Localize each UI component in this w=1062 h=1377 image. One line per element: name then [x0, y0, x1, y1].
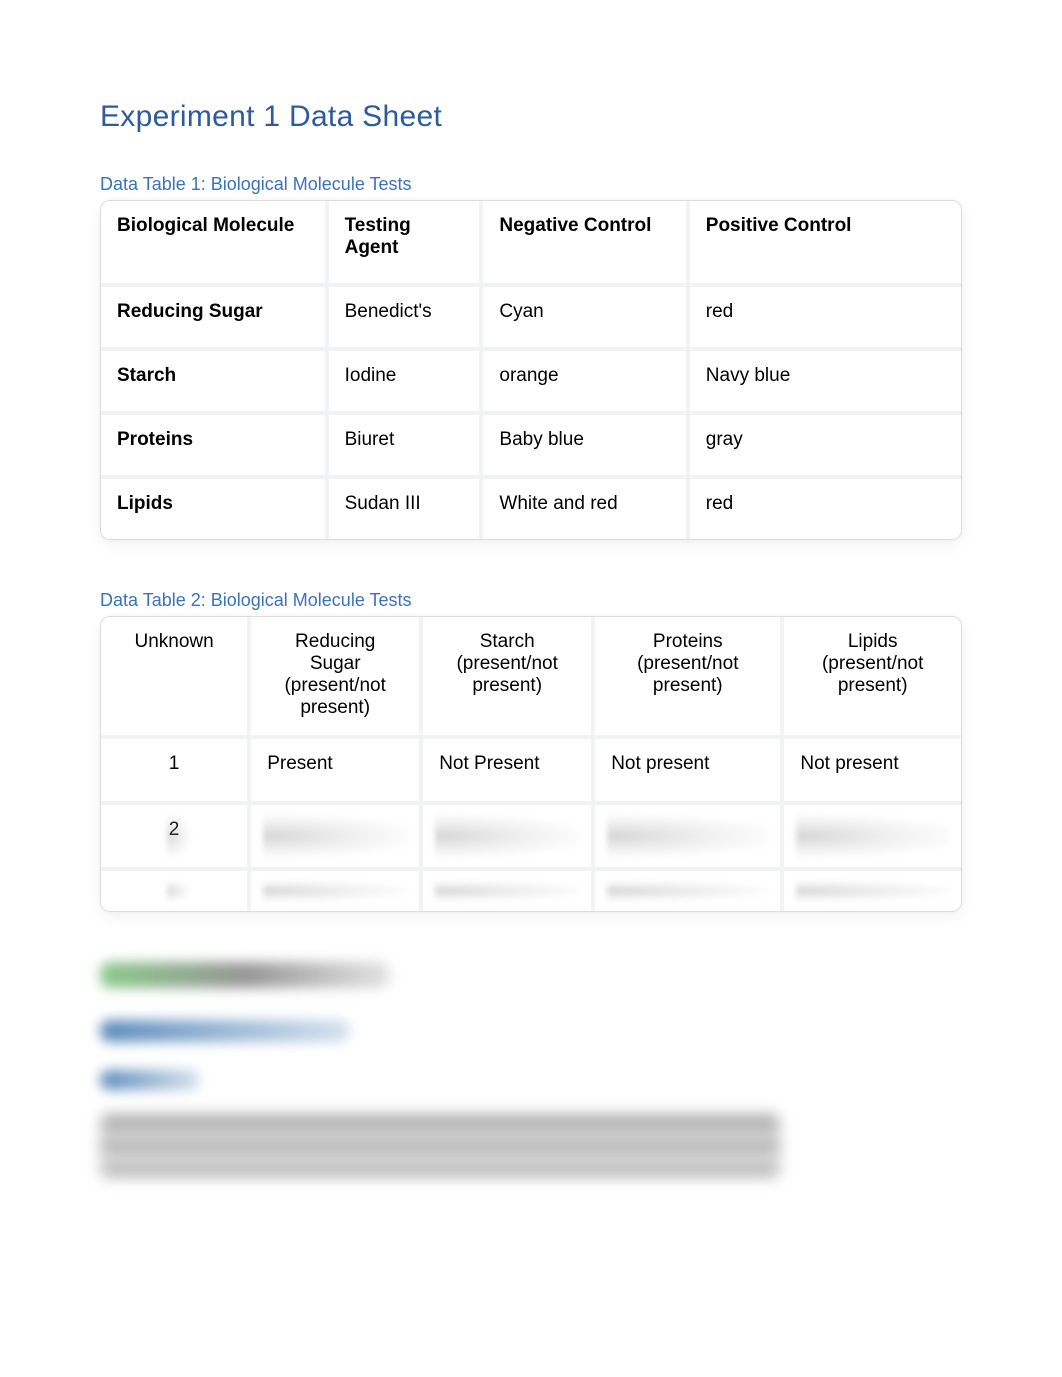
table-row: Lipids Sudan III White and red red [101, 475, 961, 539]
table-row-blurred: 2 [101, 801, 961, 867]
table1-molecule: Starch [101, 347, 325, 411]
page-title: Experiment 1 Data Sheet [100, 100, 962, 134]
table1-positive: red [686, 283, 961, 347]
blurred-subheading [100, 1070, 200, 1090]
table2-starch [419, 867, 591, 911]
table1-negative: Cyan [479, 283, 685, 347]
table1-header-molecule: Biological Molecule [101, 201, 325, 283]
table1-positive: red [686, 475, 961, 539]
table2-unknown: 2 [101, 801, 247, 867]
table2-unknown: 1 [101, 735, 247, 801]
table1-agent: Iodine [325, 347, 480, 411]
table1-header-agent: Testing Agent [325, 201, 480, 283]
table2-header-reducing: Reducing Sugar (present/not present) [247, 617, 419, 735]
blurred-heading [100, 1020, 350, 1042]
table-row-blurred [101, 867, 961, 911]
table1-molecule: Lipids [101, 475, 325, 539]
table2-proteins: Not present [591, 735, 780, 801]
table1: Biological Molecule Testing Agent Negati… [101, 201, 961, 539]
table1-positive: gray [686, 411, 961, 475]
table1-header-row: Biological Molecule Testing Agent Negati… [101, 201, 961, 283]
table2: Unknown Reducing Sugar (present/not pres… [101, 617, 961, 911]
table1-agent: Biuret [325, 411, 480, 475]
blurred-brand-line [100, 962, 390, 988]
table2-reducing [247, 867, 419, 911]
table1-molecule: Reducing Sugar [101, 283, 325, 347]
table1-agent: Benedict's [325, 283, 480, 347]
table1-agent: Sudan III [325, 475, 480, 539]
table-row: 1 Present Not Present Not present Not pr… [101, 735, 961, 801]
blurred-content-area [100, 962, 962, 1178]
table2-proteins [591, 801, 780, 867]
table1-heading: Data Table 1: Biological Molecule Tests [100, 174, 962, 195]
table2-header-starch: Starch (present/not present) [419, 617, 591, 735]
table1-header-negative: Negative Control [479, 201, 685, 283]
table1-negative: Baby blue [479, 411, 685, 475]
table2-proteins [591, 867, 780, 911]
table2-lipids [780, 801, 961, 867]
table1-molecule: Proteins [101, 411, 325, 475]
table2-lipids: Not present [780, 735, 961, 801]
table2-header-proteins: Proteins (present/not present) [591, 617, 780, 735]
blurred-paragraph [100, 1114, 780, 1178]
table2-starch [419, 801, 591, 867]
table1-header-positive: Positive Control [686, 201, 961, 283]
table2-unknown [101, 867, 247, 911]
table2-reducing: Present [247, 735, 419, 801]
table2-wrap: Unknown Reducing Sugar (present/not pres… [100, 616, 962, 912]
table2-lipids [780, 867, 961, 911]
table-row: Proteins Biuret Baby blue gray [101, 411, 961, 475]
table1-negative: orange [479, 347, 685, 411]
table2-header-unknown: Unknown [101, 617, 247, 735]
table2-starch: Not Present [419, 735, 591, 801]
table-row: Starch Iodine orange Navy blue [101, 347, 961, 411]
table1-wrap: Biological Molecule Testing Agent Negati… [100, 200, 962, 540]
table-row: Reducing Sugar Benedict's Cyan red [101, 283, 961, 347]
table1-negative: White and red [479, 475, 685, 539]
table1-positive: Navy blue [686, 347, 961, 411]
table2-header-lipids: Lipids (present/not present) [780, 617, 961, 735]
table2-reducing [247, 801, 419, 867]
table2-header-row: Unknown Reducing Sugar (present/not pres… [101, 617, 961, 735]
table2-heading: Data Table 2: Biological Molecule Tests [100, 590, 962, 611]
